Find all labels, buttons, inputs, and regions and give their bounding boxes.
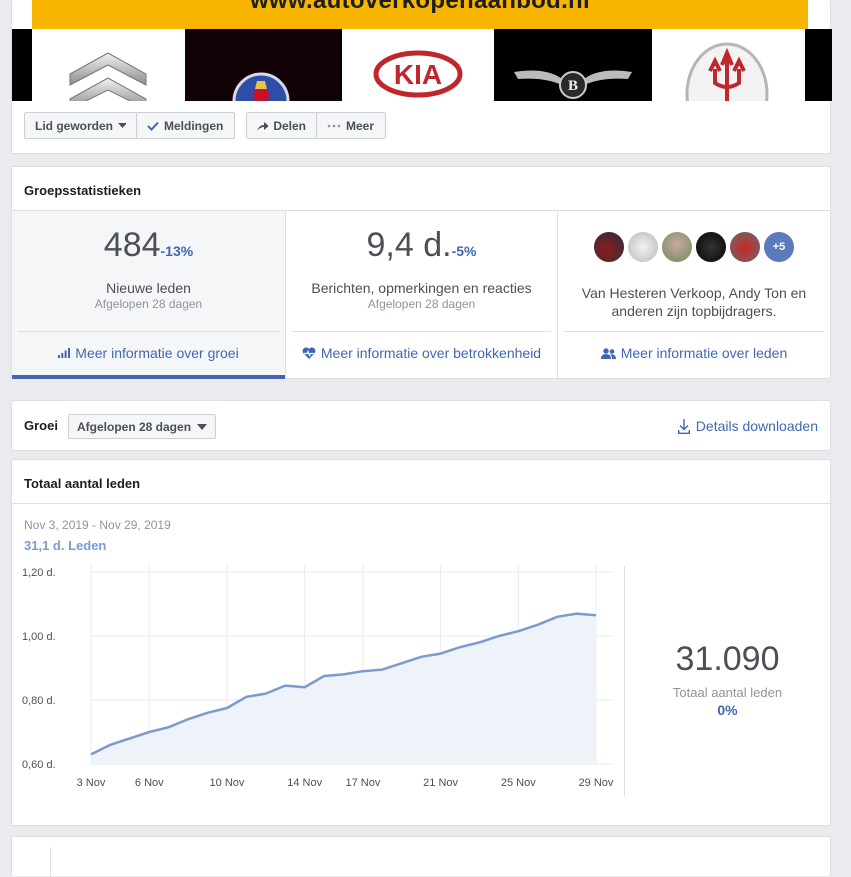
engagement-value: 9,4 d.: [367, 226, 452, 264]
maserati-logo: [652, 29, 805, 101]
x-tick-label: 25 Nov: [501, 777, 536, 789]
engagement-value-row: 9,4 d.-5%: [286, 226, 557, 265]
new-members-delta: -13%: [161, 243, 194, 259]
joined-dropdown-button[interactable]: Lid geworden: [24, 112, 137, 139]
engagement-period: Afgelopen 28 dagen: [286, 297, 557, 311]
bentley-logo: B: [496, 29, 650, 101]
next-card: [11, 836, 831, 876]
period-dropdown[interactable]: Afgelopen 28 dagen: [68, 414, 216, 439]
new-members-stat[interactable]: 484-13% Nieuwe leden Afgelopen 28 dagen …: [12, 211, 285, 379]
period-dropdown-label: Afgelopen 28 dagen: [77, 420, 191, 434]
avatar[interactable]: [593, 231, 625, 263]
engagement-info-label: Meer informatie over betrokkenheid: [321, 345, 541, 361]
y-tick-label: 1,20 d.: [22, 567, 56, 579]
caret-down-icon: [197, 424, 207, 430]
new-members-label: Nieuwe leden: [12, 280, 285, 296]
checkmark-icon: [147, 121, 159, 131]
share-arrow-icon: [257, 121, 268, 131]
caret-down-icon: [118, 123, 126, 129]
total-members-card: Totaal aantal leden Nov 3, 2019 - Nov 29…: [11, 459, 831, 826]
notifications-label: Meldingen: [164, 119, 223, 133]
stats-title: Groepsstatistieken: [24, 183, 141, 198]
engagement-label: Berichten, opmerkingen en reacties: [286, 280, 557, 296]
col-divider: [564, 331, 824, 332]
total-delta: 0%: [625, 702, 830, 718]
people-icon: [601, 348, 616, 359]
growth-info-label: Meer informatie over groei: [75, 345, 238, 361]
contributor-avatars: +5: [558, 231, 830, 263]
members-info-label: Meer informatie over leden: [621, 345, 788, 361]
x-tick-label: 14 Nov: [287, 777, 322, 789]
notifications-button[interactable]: Meldingen: [136, 112, 235, 139]
x-tick-label: 3 Nov: [77, 777, 106, 789]
total-label: Totaal aantal leden: [625, 685, 830, 700]
x-tick-label: 21 Nov: [423, 777, 458, 789]
members-chart: 1,20 d. 1,00 d. 0,80 d. 0,60 d. 3 Nov 6 Nov 10…: [12, 460, 642, 805]
x-tick-label: 17 Nov: [345, 777, 380, 789]
new-members-period: Afgelopen 28 dagen: [12, 297, 285, 311]
kia-logo: KIA: [342, 29, 494, 101]
cover-logos: KIA B: [12, 29, 832, 101]
col-divider: [292, 331, 551, 332]
chart-side-divider: [624, 566, 625, 796]
download-details-label: Details downloaden: [696, 418, 818, 434]
cover-banner: www.autoverkopenaanbod.nl: [32, 0, 808, 29]
saab-logo: [185, 29, 340, 101]
avatar[interactable]: [627, 231, 659, 263]
avatar[interactable]: [661, 231, 693, 263]
new-members-value: 484: [104, 226, 161, 264]
more-contributors-badge[interactable]: +5: [763, 231, 795, 263]
members-info-link[interactable]: Meer informatie over leden: [558, 345, 830, 361]
engagement-stat[interactable]: 9,4 d.-5% Berichten, opmerkingen en reac…: [285, 211, 558, 379]
more-button[interactable]: Meer: [316, 112, 386, 139]
col-divider: [18, 331, 279, 332]
more-dots-icon: [327, 124, 341, 128]
group-stats-card: Groepsstatistieken 484-13% Nieuwe leden …: [11, 166, 831, 379]
download-icon: [678, 419, 690, 434]
growth-info-link[interactable]: Meer informatie over groei: [12, 345, 285, 361]
svg-text:B: B: [568, 78, 578, 94]
total-value: 31.090: [625, 640, 830, 679]
download-details-link[interactable]: Details downloaden: [678, 418, 818, 434]
active-tab-indicator: [12, 375, 285, 379]
engagement-delta: -5%: [452, 243, 477, 259]
next-card-divider: [50, 847, 51, 877]
share-label: Delen: [273, 119, 306, 133]
y-tick-label: 0,80 d.: [22, 695, 56, 707]
kia-text: KIA: [394, 59, 442, 90]
new-members-value-row: 484-13%: [12, 226, 285, 265]
top-contributors-stat[interactable]: +5 Van Hesteren Verkoop, Andy Ton en and…: [558, 211, 830, 379]
group-cover-card: www.autoverkopenaanbod.nl KIA: [11, 0, 831, 154]
avatar[interactable]: [729, 231, 761, 263]
banner-text: www.autoverkopenaanbod.nl: [32, 0, 808, 15]
y-tick-label: 0,60 d.: [22, 759, 56, 771]
bar-chart-icon: [58, 348, 70, 358]
contributors-text-line1: Van Hesteren Verkoop, Andy Ton en: [558, 285, 830, 301]
y-tick-label: 1,00 d.: [22, 631, 56, 643]
engagement-info-link[interactable]: Meer informatie over betrokkenheid: [286, 345, 557, 361]
joined-label: Lid geworden: [35, 119, 113, 133]
x-tick-label: 6 Nov: [135, 777, 164, 789]
x-tick-label: 29 Nov: [579, 777, 614, 789]
growth-label: Groei: [24, 418, 58, 433]
heart-pulse-icon: [302, 347, 316, 359]
share-button[interactable]: Delen: [246, 112, 317, 139]
citroen-logo: [32, 29, 185, 101]
x-tick-label: 10 Nov: [210, 777, 245, 789]
growth-header-card: Groei Afgelopen 28 dagen Details downloa…: [11, 400, 831, 451]
more-label: Meer: [346, 119, 374, 133]
avatar[interactable]: [695, 231, 727, 263]
contributors-text-line2: anderen zijn topbijdragers.: [558, 303, 830, 319]
